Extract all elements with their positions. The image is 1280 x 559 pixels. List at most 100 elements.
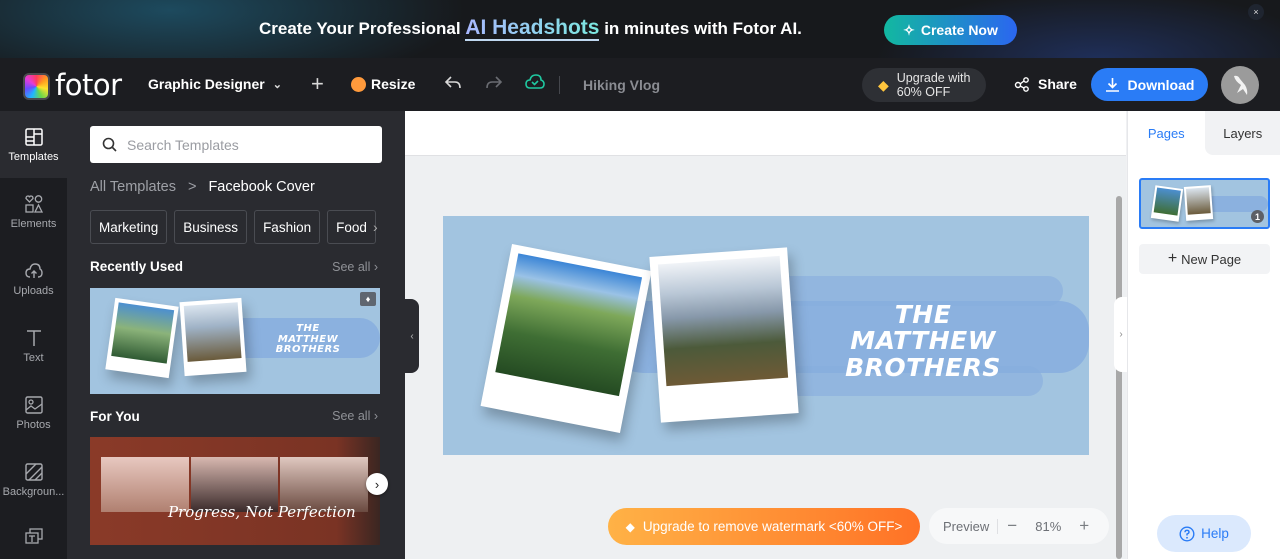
tab-layers[interactable]: Layers [1204, 111, 1280, 155]
design-title-line2: MATTHEW BROTHERS [845, 326, 1001, 382]
zoom-control: Preview − 81% + [929, 508, 1109, 544]
rail-item-photos[interactable]: Photos [0, 379, 67, 446]
new-page-label: New Page [1181, 251, 1242, 267]
chip-food[interactable]: Food [327, 210, 376, 244]
diamond-icon: ◆ [625, 519, 635, 534]
rail-item-templates[interactable]: Templates [0, 111, 67, 178]
upload-cloud-icon [24, 262, 43, 278]
see-all-for-you[interactable]: See all › [332, 409, 378, 423]
workspace-dropdown[interactable]: Graphic Designer ⌄ [148, 76, 282, 92]
canvas-scrollbar[interactable] [1116, 196, 1122, 559]
template-thumbnail-for-you[interactable]: Progress, Not Perfection [90, 437, 380, 545]
rail-label: Uploads [13, 284, 54, 297]
rail-item-text[interactable]: Text [0, 312, 67, 379]
mini-polaroid [1183, 185, 1214, 221]
help-button[interactable]: Help [1157, 515, 1251, 552]
recently-used-title: Recently Used [90, 259, 184, 274]
bird-icon [1234, 75, 1248, 95]
chip-fashion[interactable]: Fashion [254, 210, 321, 244]
canvas-toolbar [405, 111, 1126, 156]
share-icon [1014, 77, 1029, 92]
category-chips: Marketing Business Fashion Food [90, 210, 376, 244]
search-input[interactable] [127, 136, 367, 153]
add-icon[interactable]: + [311, 71, 324, 97]
thumb-title-line1: THE [296, 323, 320, 334]
template-thumbnail-recent[interactable]: THE MATTHEW BROTHERS ♦ [90, 288, 380, 394]
photo-hiker [183, 302, 242, 362]
templates-panel: All Templates > Facebook Cover Marketing… [67, 111, 405, 559]
share-button[interactable]: Share [1014, 76, 1077, 92]
templates-icon [24, 127, 43, 146]
close-icon[interactable]: × [1248, 4, 1264, 20]
help-icon [1179, 525, 1195, 542]
brand-name: fotor [55, 68, 122, 102]
carousel-next-button[interactable]: › [366, 473, 388, 495]
rail-item-elements[interactable]: Elements [0, 178, 67, 245]
photo-hiker-green-mountains [495, 253, 643, 397]
share-label: Share [1038, 76, 1077, 92]
see-all-recent[interactable]: See all › [332, 260, 378, 274]
collapse-panel-button[interactable]: ‹ [405, 299, 419, 373]
workspace-label: Graphic Designer [148, 76, 265, 92]
thumb-script-text: Progress, Not Perfection [168, 503, 356, 521]
breadcrumb-all-templates[interactable]: All Templates [90, 179, 176, 195]
thumb-title-line2: MATTHEW BROTHERS [275, 333, 341, 355]
breadcrumb-current: Facebook Cover [208, 179, 315, 195]
resize-label: Resize [371, 76, 416, 92]
pages-panel: Pages Layers 1 + New Page [1127, 111, 1280, 559]
for-you-title: For You [90, 409, 140, 424]
promo-text: Create Your Professional AI Headshots in… [259, 16, 802, 41]
photo-icon [24, 395, 43, 414]
text-icon [26, 329, 41, 346]
fotor-logo[interactable]: fotor [23, 68, 122, 102]
redo-icon[interactable] [484, 72, 504, 98]
resize-button[interactable]: Resize [351, 76, 415, 92]
right-panel-tabs: Pages Layers [1128, 111, 1280, 155]
expand-right-panel-button[interactable]: › [1114, 297, 1128, 372]
zoom-value[interactable]: 81% [1026, 519, 1070, 534]
avatar[interactable] [1221, 66, 1259, 104]
breadcrumb-separator: > [187, 179, 197, 195]
upgrade-button[interactable]: ◆ Upgrade with 60% OFF [862, 68, 986, 102]
magic-wand-icon: ✧ [903, 21, 915, 38]
chevron-right-icon[interactable]: › [373, 219, 378, 235]
diamond-icon: ◆ [878, 76, 889, 93]
design-title: THE MATTHEW BROTHERS [798, 300, 1048, 382]
rail-label: Backgroun... [2, 485, 65, 498]
new-page-button[interactable]: + New Page [1139, 244, 1270, 274]
promo-text-before: Create Your Professional [259, 19, 466, 38]
cloud-saved-icon[interactable] [525, 73, 545, 97]
document-title[interactable]: Hiking Vlog [583, 77, 660, 93]
plus-icon: + [1167, 250, 1178, 267]
rail-label: Text [23, 351, 44, 364]
text-template-icon [24, 528, 43, 544]
tab-pages[interactable]: Pages [1128, 111, 1205, 155]
remove-watermark-button[interactable]: ◆ Upgrade to remove watermark <60% OFF> [608, 508, 920, 545]
remove-watermark-label: Upgrade to remove watermark <60% OFF> [642, 519, 903, 534]
design-title-line1: THE [894, 300, 952, 329]
rail-item-backgrounds[interactable]: Backgroun... [0, 446, 67, 513]
chip-marketing[interactable]: Marketing [90, 210, 168, 244]
chip-business[interactable]: Business [174, 210, 248, 244]
help-label: Help [1201, 526, 1229, 541]
search-box[interactable] [90, 126, 382, 163]
left-rail: Templates Elements Uploads Text Photos B… [0, 111, 67, 559]
polaroid-photo-right [649, 247, 799, 423]
download-button[interactable]: Download [1091, 68, 1208, 101]
toolbar-divider [559, 76, 560, 94]
create-now-label: Create Now [920, 22, 998, 38]
polaroid-photo-left [480, 243, 652, 434]
mini-photo [1185, 187, 1211, 215]
design-canvas[interactable]: THE MATTHEW BROTHERS [443, 216, 1089, 455]
zoom-in-button[interactable]: + [1070, 516, 1098, 536]
promo-text-after: in minutes with Fotor AI. [599, 19, 802, 38]
zoom-out-button[interactable]: − [998, 516, 1026, 536]
polaroid-photo [105, 297, 179, 379]
undo-icon[interactable] [443, 72, 463, 98]
create-now-button[interactable]: ✧ Create Now [884, 15, 1017, 45]
photo-hiker-snowy-peaks [657, 255, 789, 387]
preview-button[interactable]: Preview [929, 518, 999, 534]
rail-item-uploads[interactable]: Uploads [0, 245, 67, 312]
rail-item-more[interactable] [0, 513, 67, 559]
page-thumbnail[interactable]: 1 [1139, 178, 1270, 229]
